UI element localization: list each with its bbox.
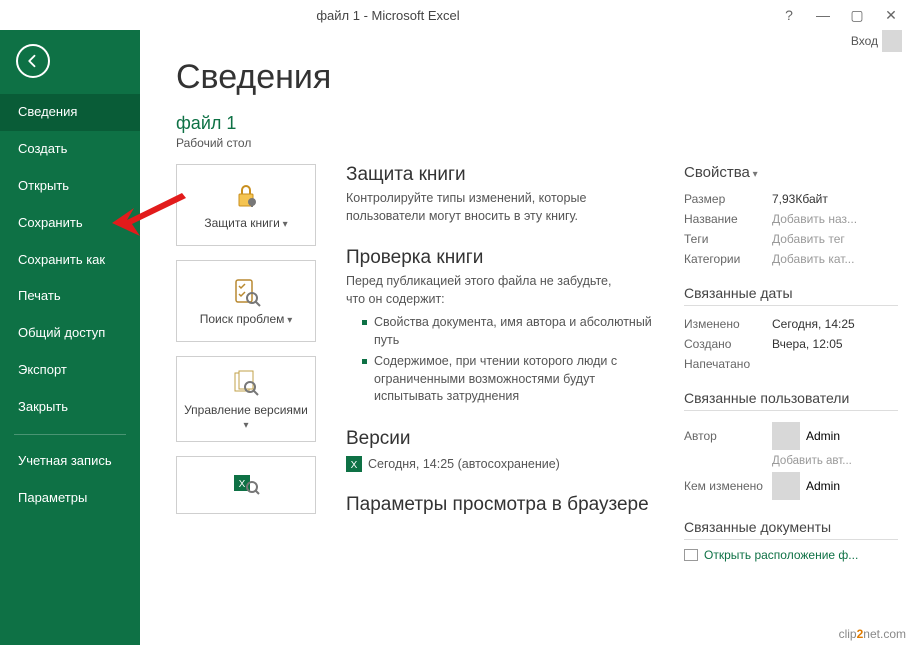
sidebar-item-open[interactable]: Открыть [0, 168, 140, 205]
prop-title[interactable]: НазваниеДобавить наз... [684, 209, 898, 229]
versions-title: Версии [346, 428, 654, 450]
prop-size: Размер7,93Кбайт [684, 189, 898, 209]
related-dates-heading: Связанные даты [684, 285, 898, 306]
checklist-icon [230, 276, 262, 308]
prop-tags[interactable]: ТегиДобавить тег [684, 229, 898, 249]
minimize-button[interactable]: — [810, 2, 836, 28]
sidebar-item-print[interactable]: Печать [0, 278, 140, 315]
version-entry[interactable]: X Сегодня, 14:25 (автосохранение) [346, 456, 654, 472]
protect-section: Защита книги Контролируйте типы изменени… [346, 164, 654, 225]
browser-title: Параметры просмотра в браузере [346, 494, 654, 516]
avatar-icon [772, 472, 800, 500]
protect-title: Защита книги [346, 164, 654, 186]
help-button[interactable]: ? [776, 2, 802, 28]
sidebar-item-share[interactable]: Общий доступ [0, 315, 140, 352]
sidebar-item-new[interactable]: Создать [0, 131, 140, 168]
last-modified-by-row: Кем изменено Admin [684, 469, 898, 503]
page-title: Сведения [176, 58, 912, 97]
inspect-bullet: Содержимое, при чтении которого люди с о… [362, 353, 654, 406]
inspect-workbook-button[interactable]: Поиск проблем [176, 260, 316, 342]
inspect-section: Проверка книги Перед публикацией этого ф… [346, 247, 654, 406]
excel-file-icon: X [346, 456, 362, 472]
sidebar-item-info[interactable]: Сведения [0, 94, 140, 131]
versions-section: Версии X Сегодня, 14:25 (автосохранение) [346, 428, 654, 472]
sidebar-item-account[interactable]: Учетная запись [0, 443, 140, 480]
protect-workbook-button[interactable]: Защита книги [176, 164, 316, 246]
properties-panel: Свойства Размер7,93Кбайт НазваниеДобавит… [684, 164, 912, 562]
versions-icon [230, 367, 262, 399]
protect-desc: Контролируйте типы изменений, которые по… [346, 190, 626, 225]
inspect-bullet: Свойства документа, имя автора и абсолют… [362, 314, 654, 349]
arrow-left-icon [24, 52, 42, 70]
main-panel: Сведения файл 1 Рабочий стол Защита книг… [140, 30, 912, 645]
author-row: Автор Admin [684, 419, 898, 453]
inspect-desc: Перед публикацией этого файла не забудьт… [346, 273, 626, 308]
lock-icon [230, 180, 262, 212]
backstage-sidebar: Сведения Создать Открыть Сохранить Сохра… [0, 30, 140, 645]
properties-heading[interactable]: Свойства [684, 164, 898, 181]
avatar-icon [772, 422, 800, 450]
browser-section: Параметры просмотра в браузере [346, 494, 654, 516]
manage-versions-button[interactable]: Управление версиями [176, 356, 316, 442]
folder-icon [684, 549, 698, 561]
related-docs-heading: Связанные документы [684, 519, 898, 540]
add-author-link[interactable]: Добавить авт... [772, 453, 898, 469]
close-button[interactable]: ✕ [878, 2, 904, 28]
restore-button[interactable]: ▢ [844, 2, 870, 28]
back-button[interactable] [16, 44, 50, 78]
sidebar-item-export[interactable]: Экспорт [0, 352, 140, 389]
prop-categories[interactable]: КатегорииДобавить кат... [684, 249, 898, 269]
sidebar-separator [14, 434, 126, 435]
browser-view-button[interactable]: X [176, 456, 316, 514]
svg-text:X: X [239, 479, 246, 490]
date-created: СозданоВчера, 12:05 [684, 334, 898, 354]
titlebar: файл 1 - Microsoft Excel ? — ▢ ✕ [0, 0, 912, 30]
date-printed: Напечатано [684, 354, 898, 374]
inspect-title: Проверка книги [346, 247, 654, 269]
watermark: clip2net.com [839, 627, 906, 641]
sidebar-item-close[interactable]: Закрыть [0, 389, 140, 426]
file-name: файл 1 [176, 113, 912, 134]
svg-text:X: X [351, 460, 358, 471]
excel-browser-icon: X [230, 467, 262, 499]
date-modified: ИзмененоСегодня, 14:25 [684, 314, 898, 334]
open-file-location-link[interactable]: Открыть расположение ф... [684, 548, 898, 562]
file-path: Рабочий стол [176, 136, 912, 150]
related-users-heading: Связанные пользователи [684, 390, 898, 411]
sidebar-item-options[interactable]: Параметры [0, 480, 140, 517]
window-title: файл 1 - Microsoft Excel [0, 8, 776, 23]
sidebar-item-save[interactable]: Сохранить [0, 205, 140, 242]
sidebar-item-save-as[interactable]: Сохранить как [0, 242, 140, 279]
